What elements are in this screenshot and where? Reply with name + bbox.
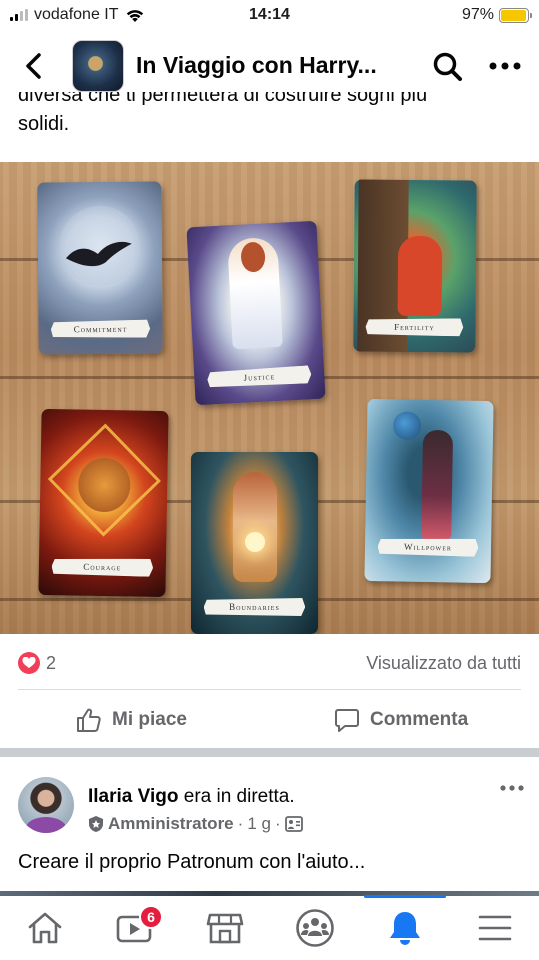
status-right: 97% [461, 6, 532, 24]
card-label: Commitment [51, 320, 150, 339]
post-text-last-line: solidi. [18, 113, 70, 135]
tab-marketplace[interactable] [205, 908, 245, 948]
post-time[interactable]: 1 g [247, 814, 271, 834]
home-icon [28, 912, 62, 944]
raven-icon [65, 241, 132, 267]
tab-groups[interactable] [295, 908, 335, 948]
oracle-card: Boundaries [191, 452, 318, 634]
groups-icon [296, 909, 334, 947]
seen-by-label[interactable]: Visualizzato da tutti [366, 653, 521, 674]
feed-separator [0, 748, 539, 757]
menu-icon [478, 915, 512, 941]
next-post-media-edge [0, 891, 539, 896]
group-header: In Viaggio con Harry... [0, 34, 539, 98]
post-actions: Mi piace Commenta [0, 700, 539, 740]
post-action-text: era in diretta. [183, 786, 295, 807]
heart-icon [22, 657, 36, 668]
group-title[interactable]: In Viaggio con Harry... [136, 52, 377, 79]
comment-button[interactable]: Commenta [334, 700, 468, 740]
divider [18, 689, 521, 690]
planet-shape [392, 411, 422, 440]
glow-shape [245, 532, 265, 552]
card-label: Justice [207, 365, 312, 388]
comment-bubble-icon [335, 709, 359, 732]
admin-shield-icon [89, 816, 103, 832]
battery-fill [501, 9, 527, 21]
figure-shape [421, 429, 454, 541]
tab-menu[interactable] [475, 908, 515, 948]
group-audience-icon [284, 816, 303, 832]
comment-label: Commenta [370, 709, 469, 730]
tab-notifications[interactable] [385, 908, 425, 948]
meta-separator: · [237, 814, 244, 833]
card-label: Boundaries [203, 598, 306, 616]
oracle-card: Courage [38, 408, 169, 598]
back-chevron-icon[interactable] [20, 50, 48, 82]
search-icon[interactable] [432, 51, 464, 83]
thumbs-up-icon [77, 708, 101, 732]
author-line: Ilaria Vigo era in diretta. [88, 786, 295, 808]
love-reaction-icon[interactable] [18, 652, 40, 674]
notifications-bell-icon [390, 912, 420, 945]
meta-separator: · [274, 814, 281, 833]
reactions-bar: 2 Visualizzato da tutti [18, 650, 521, 676]
tab-home[interactable] [25, 908, 65, 948]
next-post-text[interactable]: Creare il proprio Patronum con l'aiuto..… [18, 851, 365, 874]
card-label: Willpower [377, 537, 478, 557]
card-label: Courage [51, 557, 153, 577]
like-label: Mi piace [112, 709, 187, 730]
author-name[interactable]: Ilaria Vigo [88, 786, 178, 807]
post-photo[interactable]: Commitment Justice Fertility Courage Bou… [0, 162, 539, 634]
author-avatar[interactable] [18, 777, 74, 833]
oracle-card: Fertility [353, 179, 477, 353]
bottom-tab-bar [0, 898, 539, 960]
figure-shape [233, 472, 277, 582]
figure-shape [397, 235, 443, 317]
post-options-icon[interactable] [500, 783, 524, 793]
watch-notification-badge: 6 [139, 905, 163, 929]
group-avatar[interactable] [72, 40, 124, 92]
status-bar: vodafone IT 14:14 97% [0, 0, 539, 30]
oracle-card: Willpower [364, 398, 494, 584]
reaction-count[interactable]: 2 [46, 653, 56, 674]
next-post: Ilaria Vigo era in diretta. Amministrato… [0, 757, 539, 891]
battery-icon [499, 7, 532, 23]
more-options-icon[interactable] [488, 58, 522, 74]
post-text: diversa che ti permetterà di costruire s… [18, 92, 523, 139]
author-role: Amministratore [108, 814, 234, 833]
post-text-cut-line: diversa che ti permetterà di costruire s… [18, 92, 428, 106]
card-label: Fertility [366, 318, 464, 337]
battery-percent: 97% [461, 6, 494, 23]
like-button[interactable]: Mi piace [76, 700, 187, 740]
author-meta: Amministratore · 1 g · [88, 814, 303, 834]
clock: 14:14 [249, 6, 290, 23]
oracle-card: Commitment [37, 181, 163, 355]
oracle-card: Justice [186, 220, 326, 406]
marketplace-icon [206, 913, 244, 944]
